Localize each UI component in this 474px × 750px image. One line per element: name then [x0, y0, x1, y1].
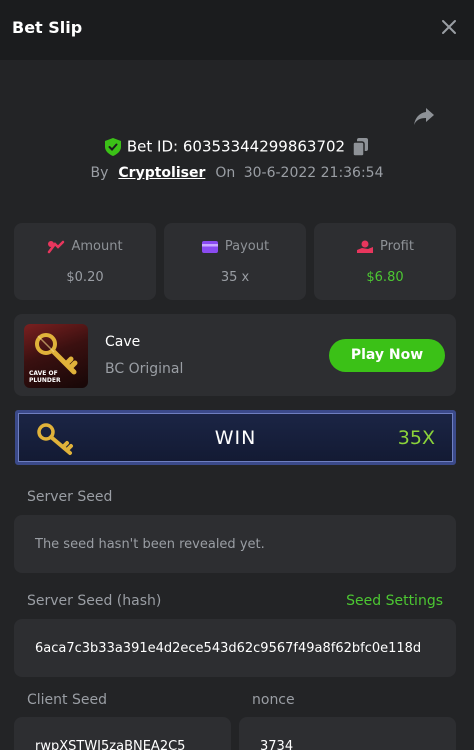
- payout-value: 35 x: [220, 270, 250, 285]
- profit-hand-icon: [357, 240, 374, 253]
- user-link[interactable]: Cryptoliser: [118, 165, 205, 181]
- on-label: On: [215, 165, 236, 181]
- copy-icon[interactable]: [353, 137, 369, 156]
- thumbnail-caption: CAVE OF PLUNDER: [29, 370, 61, 384]
- nonce-value: 3734: [260, 738, 294, 750]
- game-name: Cave: [105, 334, 141, 350]
- server-seed-hash-field[interactable]: 6aca7c3b33a391e4d2ece543d62c9567f49a8f62…: [14, 619, 456, 677]
- amount-value: $0.20: [66, 270, 104, 285]
- server-seed-label: Server Seed: [27, 489, 113, 505]
- game-card: CAVE OF PLUNDER Cave BC Original Play Now: [14, 314, 456, 396]
- server-seed-hash-label: Server Seed (hash): [27, 593, 162, 609]
- bet-id-row: Bet ID: 60353344299863702: [0, 137, 474, 156]
- amount-card: Amount $0.20: [14, 223, 156, 300]
- wallet-icon: [201, 240, 218, 253]
- profit-label: Profit: [314, 239, 456, 254]
- profit-value: $6.80: [366, 270, 404, 285]
- game-thumbnail[interactable]: CAVE OF PLUNDER: [24, 324, 88, 388]
- share-icon[interactable]: [412, 104, 436, 128]
- client-seed-field[interactable]: rwpXSTWJ5zaBNEA2C5: [14, 717, 231, 750]
- client-seed-value: rwpXSTWJ5zaBNEA2C5: [35, 738, 186, 750]
- result-label: WIN: [214, 427, 257, 449]
- by-label: By: [90, 165, 109, 181]
- server-seed-field: The seed hasn't been revealed yet.: [14, 515, 456, 573]
- client-seed-label: Client Seed: [27, 692, 107, 708]
- verified-shield-icon: [104, 137, 121, 156]
- seed-settings-link[interactable]: Seed Settings: [346, 593, 443, 609]
- bet-date: 30-6-2022 21:36:54: [243, 165, 384, 181]
- payout-card: Payout 35 x: [164, 223, 306, 300]
- bet-meta-row: By Cryptoliser On 30-6-2022 21:36:54: [0, 165, 474, 181]
- dialog-title: Bet Slip: [12, 18, 83, 37]
- profit-card: Profit $6.80: [314, 223, 456, 300]
- header: Bet Slip: [0, 0, 474, 60]
- result-banner: WIN 35X: [15, 410, 456, 465]
- server-seed-hash-value: 6aca7c3b33a391e4d2ece543d62c9567f49a8f62…: [35, 640, 422, 656]
- nonce-field[interactable]: 3734: [239, 717, 456, 750]
- amount-label: Amount: [14, 239, 156, 254]
- game-provider: BC Original: [105, 361, 184, 377]
- bet-id: Bet ID: 60353344299863702: [126, 137, 346, 156]
- server-seed-value: The seed hasn't been revealed yet.: [35, 536, 265, 552]
- play-now-button[interactable]: Play Now: [329, 339, 445, 372]
- amount-icon: [48, 240, 65, 253]
- nonce-label: nonce: [252, 692, 295, 708]
- close-icon[interactable]: [438, 16, 460, 38]
- payout-label: Payout: [164, 239, 306, 254]
- result-multiplier: 35X: [397, 427, 435, 449]
